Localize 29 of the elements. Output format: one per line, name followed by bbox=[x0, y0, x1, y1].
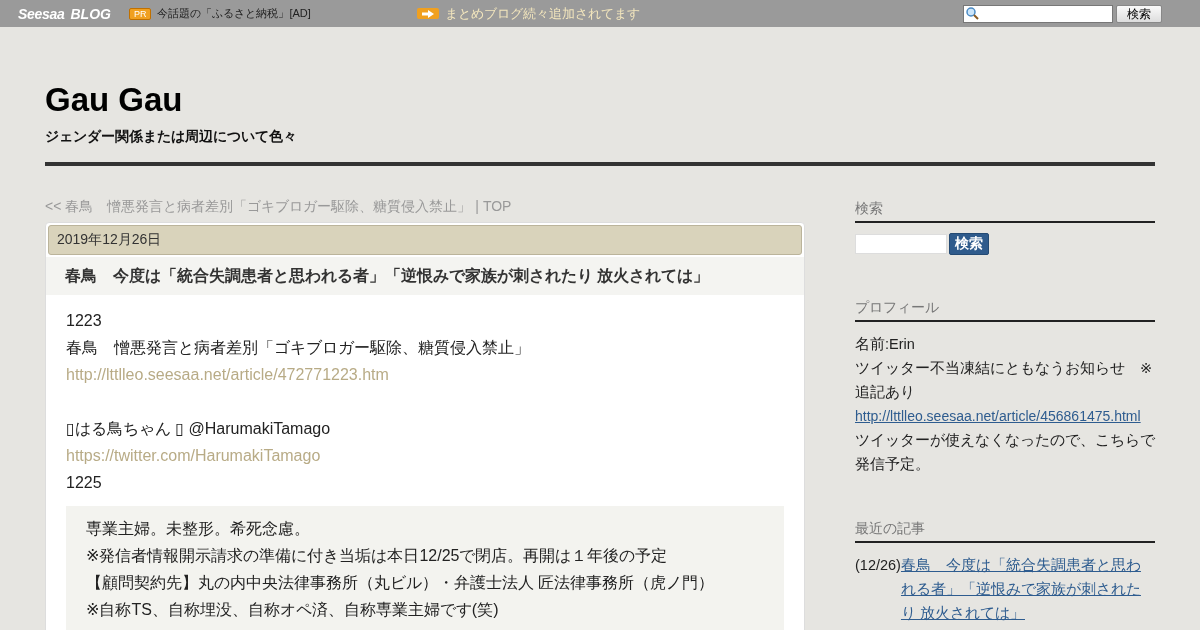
quote-text: ※自称TS、自称埋没、自称オペ済、自称専業主婦です(笑) bbox=[86, 600, 500, 620]
date-bar: 2019年12月26日 bbox=[48, 225, 802, 255]
body-text: 1223 bbox=[66, 311, 103, 331]
search-button[interactable]: 検索 bbox=[1116, 4, 1162, 23]
blog-title[interactable]: Gau Gau bbox=[45, 80, 1155, 120]
body-text: 春鳥 憎悪発言と病者差別「ゴキブロガー駆除、糖質侵入禁止」 bbox=[66, 338, 531, 358]
profile-text: ツイッターが使えなくなったので、こちらで発信予定。 bbox=[855, 431, 1155, 474]
section-heading: プロフィール bbox=[855, 299, 1155, 322]
body-text: 1225 bbox=[66, 473, 103, 493]
pr-badge: PR bbox=[128, 7, 152, 20]
profile-text: 名前:Erin bbox=[855, 335, 916, 354]
logo-text: BLOG bbox=[70, 5, 111, 22]
profile-link[interactable]: http://lttlleo.seesaa.net/article/456861475.html bbox=[855, 404, 1155, 428]
article-title: 春鳥 今度は「統合失調患者と思われる者」「逆恨みで家族が刺されたり 放火されては」 bbox=[46, 257, 804, 295]
search-icon bbox=[966, 7, 979, 20]
article-date: (12/26) bbox=[855, 556, 901, 575]
profile-text: ツイッター不当凍結にともなうお知らせ ※追記あり bbox=[855, 359, 1154, 402]
separator-text: | bbox=[475, 198, 479, 216]
blog-description: ジェンダー関係または周辺について色々 bbox=[45, 128, 298, 146]
ad-link[interactable]: 今話題の「ふるさと納税」[AD] bbox=[157, 6, 311, 21]
recent-article-link[interactable]: 春鳥 今度は「統合失調患者と思われる者」「逆恨みで家族が刺されたり 放火されては」 bbox=[900, 553, 1155, 625]
quote-text: 【顧問契約先】丸の内中央法律事務所（丸ビル）・弁護士法人 匠法律事務所（虎ノ門） bbox=[86, 573, 716, 593]
section-heading: 最近の記事 bbox=[855, 520, 1155, 543]
quote-text: 専業主婦。未整形。希死念慮。 bbox=[86, 519, 311, 539]
search-button[interactable]: 検索 bbox=[949, 233, 989, 255]
search-field[interactable] bbox=[963, 4, 1113, 23]
quote-text: ※発信者情報開示請求の準備に付き当垢は本日12/25で閉店。再開は１年後の予定 bbox=[86, 546, 669, 566]
section-heading: 検索 bbox=[855, 200, 1155, 223]
body-text: ▯はる鳥ちゃん ▯ @HarumakiTamago bbox=[66, 419, 332, 439]
